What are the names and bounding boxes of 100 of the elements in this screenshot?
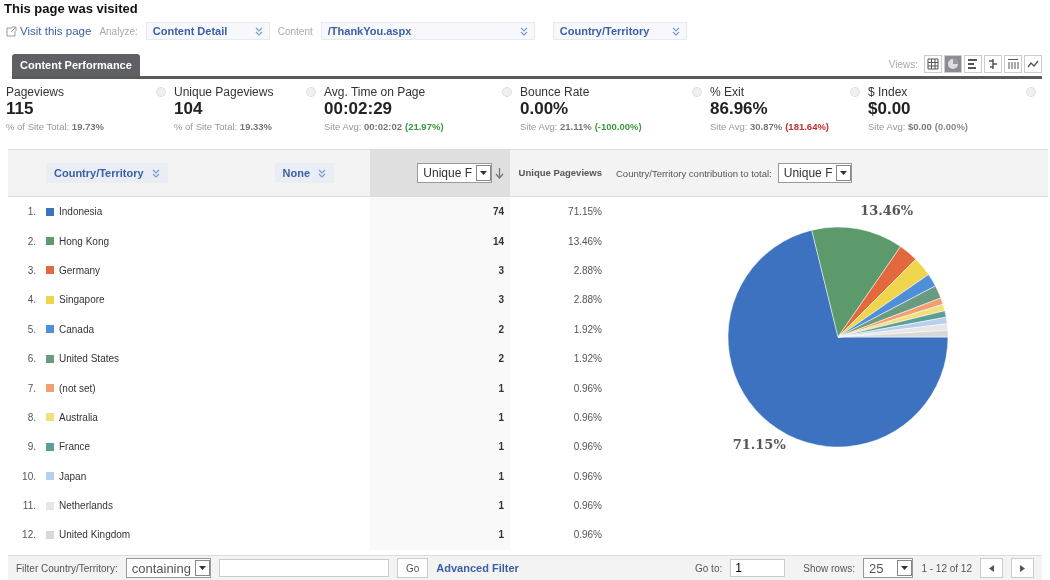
filter-input[interactable] xyxy=(218,559,389,577)
change-percent: (181.64%) xyxy=(785,121,830,132)
country-name: Hong Kong xyxy=(59,235,110,247)
dimension-picker[interactable]: Country/Territory xyxy=(46,163,168,183)
row-number: 9. xyxy=(26,441,37,453)
change-percent: (21.97%) xyxy=(405,121,444,132)
country-name: (not set) xyxy=(59,382,96,394)
next-icon xyxy=(1020,564,1025,572)
next-button[interactable] xyxy=(1011,558,1034,578)
metric-value: 86.96% xyxy=(710,99,769,119)
view-button[interactable] xyxy=(964,55,982,73)
row-number: 11. xyxy=(21,500,37,512)
row-number: 12. xyxy=(21,529,37,541)
country-name: United States xyxy=(59,353,120,365)
trend-icon xyxy=(1027,58,1039,70)
country-name: Singapore xyxy=(59,294,105,306)
dimension-picker[interactable]: Country/Territory xyxy=(552,22,687,40)
advanced-filter-link[interactable]: Advanced Filter xyxy=(436,562,519,574)
views-label: Views: xyxy=(888,58,918,70)
row-number: 6. xyxy=(26,353,37,365)
row-number: 7. xyxy=(26,382,37,394)
country-name: United Kingdom xyxy=(59,529,131,541)
page-range: 1 - 12 of 12 xyxy=(921,562,972,574)
metric-label: % Exit xyxy=(710,85,744,99)
secondary-dimension-picker[interactable]: None xyxy=(274,163,334,183)
table-cell-text: 13.46% xyxy=(567,235,603,247)
view-button[interactable] xyxy=(924,55,942,73)
row-number: 10. xyxy=(21,470,37,482)
table-cell-text: 1.92% xyxy=(572,323,603,335)
table-cell: 3 xyxy=(370,255,510,286)
table-cell: 74 xyxy=(370,197,510,227)
table-cell-text: 0.96% xyxy=(572,470,603,482)
goto-field[interactable]: 1 xyxy=(730,559,786,577)
table-cell-text: 0.96% xyxy=(572,500,603,512)
country-name: Canada xyxy=(59,323,95,335)
column-header[interactable]: Unique Pageviews xyxy=(518,167,602,179)
grid-icon xyxy=(927,58,939,70)
analyze-label: Analyze: xyxy=(99,25,138,37)
chevron-icon xyxy=(151,168,160,178)
table-cell-text: 2.88% xyxy=(572,264,603,276)
chevron-icon xyxy=(671,26,680,36)
rows-label: Show rows: xyxy=(803,562,855,574)
visit-link[interactable]: Visit this page xyxy=(6,25,92,37)
filter-mode-select[interactable]: containing xyxy=(125,558,211,578)
metric-label: $ Index xyxy=(868,85,908,99)
table-cell-text: 0.96% xyxy=(572,529,603,541)
view-button[interactable] xyxy=(1004,55,1022,73)
table-cell: 2 xyxy=(370,343,510,374)
table-cell: 2 xyxy=(370,314,510,344)
country-name: Indonesia xyxy=(59,206,103,218)
metric-label: Unique Pageviews xyxy=(174,85,274,99)
metric-comparison: Site Avg: $0.00 xyxy=(868,121,932,132)
sort-arrow-icon[interactable] xyxy=(495,167,504,179)
chevron-icon xyxy=(318,168,326,178)
go-button[interactable]: Go xyxy=(396,558,429,578)
tab[interactable]: Content Performance xyxy=(12,54,140,76)
country-name: France xyxy=(59,441,91,453)
analyze-picker[interactable]: Content Detail xyxy=(145,22,270,40)
table-cell: 1 xyxy=(370,432,510,462)
table-cell-text: 0.96% xyxy=(572,411,603,423)
slice-label: 71.15% xyxy=(732,436,786,452)
pivot-icon xyxy=(1007,58,1019,70)
metric-value: 0.00% xyxy=(520,99,570,119)
view-button[interactable] xyxy=(984,55,1002,73)
country-name: Germany xyxy=(59,264,101,276)
comparison-icon xyxy=(987,58,999,70)
metric-comparison: Site Avg: 30.87% xyxy=(710,121,783,132)
previous-icon xyxy=(989,564,994,572)
chart-metric-select[interactable]: Unique F xyxy=(777,163,853,183)
row-number: 4. xyxy=(26,294,37,306)
change-percent: (0.00%) xyxy=(934,121,968,132)
table-cell-text: 1.92% xyxy=(572,353,603,365)
country-name: Australia xyxy=(59,411,98,423)
table-cell-text: 2.88% xyxy=(572,294,603,306)
country-name: Netherlands xyxy=(59,500,113,512)
view-button[interactable] xyxy=(1024,55,1042,73)
table-cell: 14 xyxy=(370,226,510,256)
country-name: Japan xyxy=(59,470,87,482)
metric-comparison: % of Site Total: 19.33% xyxy=(174,121,273,132)
goto-label: Go to: xyxy=(695,562,723,574)
metric-value: 00:02:29 xyxy=(324,99,394,119)
content-label: Content xyxy=(277,25,313,37)
table-cell: 1 xyxy=(370,490,510,521)
metric-comparison: Site Avg: 21.11% xyxy=(520,121,592,132)
caret-icon xyxy=(198,566,206,570)
metric-value: 115 xyxy=(6,99,35,119)
metric-select[interactable]: Unique F xyxy=(417,163,492,183)
filter-label: Filter Country/Territory: xyxy=(16,562,118,574)
table-cell: 1 xyxy=(370,520,510,550)
rows-select[interactable]: 25 xyxy=(862,558,914,578)
change-percent: (-100.00%) xyxy=(594,121,642,132)
bars-icon xyxy=(967,58,979,70)
chart-caption: Country/Territory contribution to total: xyxy=(616,167,772,179)
content-picker[interactable]: /ThankYou.aspx xyxy=(320,22,535,40)
metric-value: 104 xyxy=(174,99,204,119)
table-cell-text: 0.96% xyxy=(572,441,603,453)
previous-button[interactable] xyxy=(980,558,1003,578)
chevron-icon xyxy=(254,26,263,36)
metric-comparison: % of Site Total: 19.73% xyxy=(6,121,105,132)
pie-icon xyxy=(947,58,959,70)
